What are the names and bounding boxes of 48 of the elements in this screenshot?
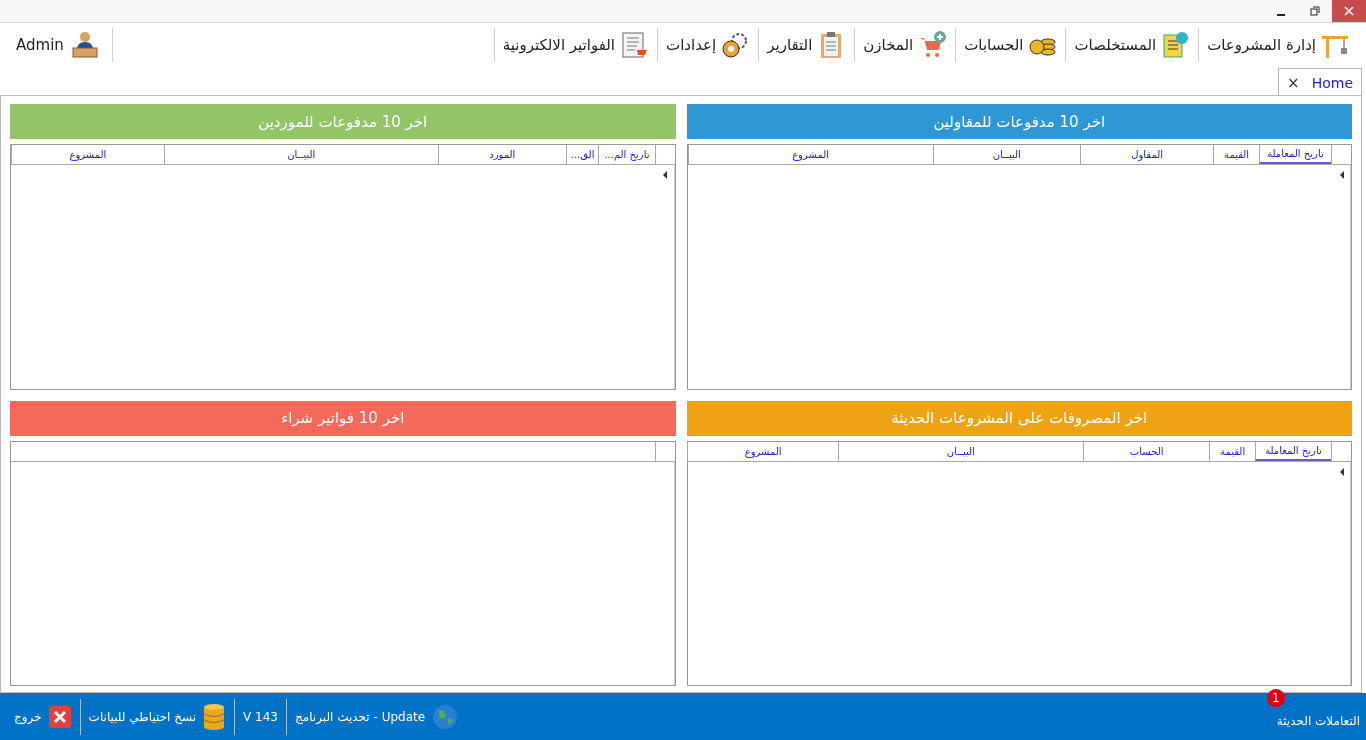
column-header[interactable]: القيمة [1209, 441, 1255, 461]
scroll-arrow-icon[interactable] [663, 171, 667, 179]
column-header[interactable]: المورد [437, 145, 566, 164]
column-header[interactable]: الق... [565, 145, 599, 164]
globe-icon [431, 702, 460, 731]
menu-item[interactable]: الفواتير الالكترونية [493, 28, 658, 62]
column-header[interactable]: البيــان [837, 441, 1083, 461]
panel-header: اخر المصروفات على المشروعات الحديثة [686, 400, 1352, 436]
close-button[interactable] [1332, 0, 1366, 22]
version-label: V 143 [234, 698, 286, 735]
panel-header: اخر 10 مدفوعات للمقاولين [686, 104, 1352, 139]
panel-header: اخر 10 مدفوعات للموردين [10, 104, 676, 139]
notification-badge: 1 [1266, 688, 1285, 707]
column-header[interactable]: البيــان [163, 145, 438, 164]
column-header[interactable]: المشروع [687, 145, 933, 164]
recent-transactions-link[interactable]: التعاملات الحديثة [1276, 713, 1360, 728]
user-at-desk-icon [69, 30, 100, 60]
invoice-icon [1160, 30, 1191, 60]
menu-item[interactable]: إعدادات [657, 28, 759, 62]
close-icon [1344, 6, 1354, 16]
scroll-arrow-icon[interactable] [1339, 171, 1344, 179]
column-header[interactable]: الحساب [1082, 441, 1210, 461]
column-header[interactable]: المقاول [1079, 145, 1214, 164]
scroll-arrow-icon[interactable] [1339, 467, 1344, 476]
minimize-icon [1277, 14, 1285, 16]
column-header[interactable]: المشروع [687, 441, 838, 461]
column-header[interactable]: البيــان [932, 145, 1080, 164]
home-tab[interactable]: × Home [1278, 68, 1362, 96]
restore-icon [1310, 6, 1320, 16]
column-header[interactable]: تاريخ المعاملة [1254, 441, 1331, 461]
column-header[interactable]: القيمة [1213, 145, 1259, 164]
close-icon [47, 704, 72, 729]
document-cart-icon [619, 30, 650, 60]
menu-item[interactable]: إدارة المشروعات [1198, 28, 1358, 62]
column-header[interactable]: تاريخ المعاملة [1258, 145, 1331, 164]
database-icon [202, 702, 227, 731]
menu-item[interactable]: التقارير [758, 28, 855, 62]
tab-close-button[interactable]: × [1287, 73, 1300, 92]
menu-item[interactable]: المخازن [854, 28, 956, 62]
panel-header: اخر 10 فواتير شراء [10, 400, 676, 436]
exit-button[interactable]: خروج [6, 698, 80, 735]
user-name: Admin [16, 36, 64, 54]
menu-item[interactable]: الحسابات [955, 28, 1066, 62]
column-header[interactable]: المشروع [11, 145, 164, 164]
column-header[interactable]: تاريخ الم... [598, 145, 655, 164]
backup-button[interactable]: نسخ احتياطي للبيانات [79, 698, 235, 735]
update-button[interactable]: Update - تحديث البرنامج [286, 698, 468, 735]
menu-item[interactable]: المستخلصات [1065, 28, 1199, 62]
